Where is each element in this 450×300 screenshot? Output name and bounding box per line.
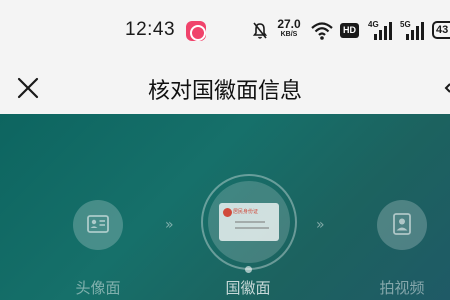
- portrait-card-icon: [87, 215, 109, 233]
- status-bar: 12:43 27.0 KB/S HD 4G 5G 43: [0, 0, 450, 62]
- card-line: [235, 227, 269, 229]
- step-separator-arrow: »: [316, 217, 324, 233]
- signal-icon: [406, 22, 424, 40]
- person-frame-icon: [393, 213, 411, 235]
- emblem-card-icon: 居民身份证: [219, 203, 279, 241]
- step-label-emblem-side: 国徽面: [225, 279, 271, 297]
- step-separator-arrow: »: [165, 217, 173, 233]
- page-title: 核对国徽面信息: [147, 79, 302, 104]
- signal-icon: [374, 22, 392, 40]
- national-emblem-icon: [223, 208, 232, 217]
- network-speed-unit: KB/S: [280, 31, 298, 38]
- nav-bar: 核对国徽面信息: [0, 62, 450, 114]
- card-title-text: 居民身份证: [233, 209, 259, 215]
- app-badge-icon: [186, 21, 206, 41]
- card-line: [235, 221, 265, 223]
- more-icon[interactable]: [443, 83, 450, 93]
- mute-bell-icon: [252, 22, 268, 39]
- network-speed: 27.0 KB/S: [274, 18, 304, 38]
- hd-icon: HD: [340, 23, 359, 38]
- step-label-record-video: 拍视频: [379, 279, 425, 297]
- wifi-icon: [311, 22, 333, 40]
- battery-icon: 43: [432, 21, 450, 39]
- step-portrait-side: [73, 200, 123, 250]
- status-time: 12:43: [125, 19, 176, 40]
- active-step-dot: [245, 266, 252, 273]
- network-speed-value: 27.0: [277, 17, 301, 31]
- step-record-video: [377, 200, 427, 250]
- step-progress-panel: 头像面 » 居民身份证 国徽面 » 拍视频: [0, 114, 450, 300]
- step-label-portrait-side: 头像面: [75, 279, 121, 297]
